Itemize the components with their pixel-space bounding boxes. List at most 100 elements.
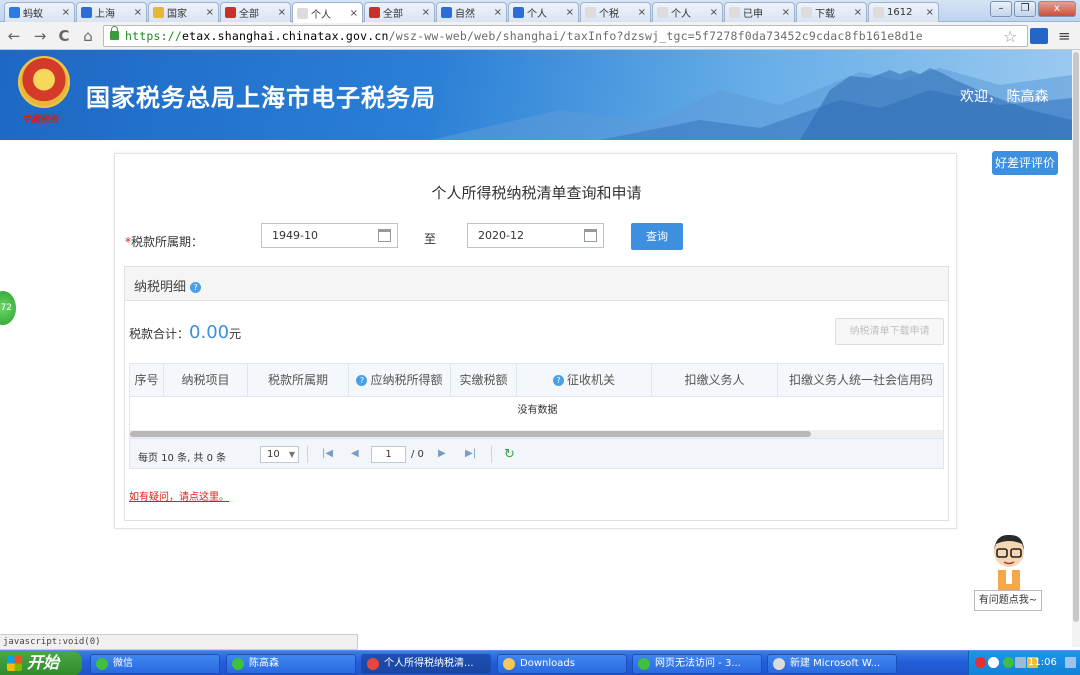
browser-tab[interactable]: 已申 ×	[724, 2, 795, 22]
tab-close-icon[interactable]: ×	[206, 7, 214, 18]
query-card: 个人所得税纳税清单查询和申请 *税款所属期： 1949-10 至 2020-12…	[114, 153, 957, 529]
calendar-icon[interactable]	[378, 229, 391, 242]
rating-button[interactable]: 好差评评价	[992, 151, 1058, 175]
taskbar-item[interactable]: 网页无法访问 - 3...	[632, 654, 762, 674]
taskbar-item[interactable]: 新建 Microsoft W...	[767, 654, 897, 674]
float-badge[interactable]: 72	[0, 291, 16, 325]
prev-page-icon[interactable]: ◀	[351, 448, 359, 459]
forward-icon[interactable]: →	[30, 26, 50, 46]
system-tray	[968, 651, 1080, 675]
browser-tab-label: 全部	[239, 9, 259, 20]
calendar-icon[interactable]	[584, 229, 597, 242]
tab-close-icon[interactable]: ×	[566, 7, 574, 18]
help-icon[interactable]: ?	[190, 282, 202, 293]
table-hscrollbar[interactable]	[130, 430, 943, 438]
column-header: 纳税项目	[164, 364, 248, 397]
browser-tab[interactable]: 个税 ×	[580, 2, 651, 22]
tab-favicon-icon	[153, 7, 164, 18]
address-bar-row: ← → C ⌂ https://etax.shanghai.chinatax.g…	[0, 22, 1080, 50]
refresh-icon[interactable]: ↻	[504, 447, 515, 462]
browser-menu-icon[interactable]: ≡	[1058, 27, 1071, 45]
browser-tab-label: 1612	[887, 7, 913, 18]
next-page-icon[interactable]: ▶	[438, 448, 446, 459]
input-method-icon[interactable]	[975, 657, 986, 668]
start-button[interactable]: 开始	[0, 651, 82, 675]
browser-tab[interactable]: 个人 ×	[508, 2, 579, 22]
browser-tab-label: 个人	[527, 9, 547, 20]
column-header: 实缴税额	[451, 364, 517, 397]
assistant-avatar[interactable]	[986, 530, 1032, 590]
help-icon[interactable]: ?	[356, 375, 368, 386]
extension-icon[interactable]	[1030, 28, 1048, 44]
taskbar-item[interactable]: 个人所得税纳税清...	[361, 654, 491, 674]
tab-close-icon[interactable]: ×	[926, 7, 934, 18]
tab-close-icon[interactable]: ×	[422, 7, 430, 18]
page-scroll-thumb[interactable]	[1073, 52, 1079, 622]
tab-favicon-icon	[369, 7, 380, 18]
tab-close-icon[interactable]: ×	[854, 7, 862, 18]
tab-close-icon[interactable]: ×	[710, 7, 718, 18]
column-header: ? 征收机关	[517, 364, 652, 397]
tab-favicon-icon	[297, 7, 308, 19]
clock: 11:06	[1028, 657, 1057, 668]
wechat-tray-icon[interactable]	[1003, 657, 1014, 668]
taskbar-item[interactable]: 微信	[90, 654, 220, 674]
taskbar-app-icon	[232, 658, 244, 670]
emblem-caption: 中国税务	[22, 115, 59, 125]
tab-close-icon[interactable]: ×	[278, 7, 286, 18]
first-page-icon[interactable]: |◀	[322, 448, 333, 459]
table-hscroll-thumb[interactable]	[130, 431, 811, 437]
minimize-button[interactable]: –	[990, 1, 1012, 17]
url-input[interactable]: https://etax.shanghai.chinatax.gov.cn/ws…	[103, 25, 1028, 47]
tax-detail-table: 序号 纳税项目 税款所属期? 应纳税所得额 实缴税额? 征收机关 扣缴义务人 扣缴义务人统一社…	[129, 363, 944, 469]
help-link[interactable]: 如有疑问，请点这里。	[129, 488, 229, 503]
back-icon[interactable]: ←	[4, 26, 24, 46]
tab-close-icon[interactable]: ×	[62, 7, 70, 18]
national-emblem-logo	[18, 56, 70, 108]
bookmark-star-icon[interactable]: ☆	[1003, 27, 1017, 46]
taskbar-item-label: 网页无法访问 - 3...	[655, 658, 741, 669]
taskbar-item-label: 新建 Microsoft W...	[790, 658, 881, 669]
browser-tab[interactable]: 上海 ×	[76, 2, 147, 22]
to-label: 至	[424, 232, 437, 246]
notification-icon[interactable]	[1065, 657, 1076, 668]
download-request-button[interactable]: 纳税清单下载申请	[835, 318, 944, 345]
url-text: https://etax.shanghai.chinatax.gov.cn/ws…	[125, 29, 923, 43]
start-period-input[interactable]: 1949-10	[261, 223, 398, 248]
browser-tab[interactable]: 个人 ×	[652, 2, 723, 22]
home-icon[interactable]: ⌂	[78, 26, 98, 46]
page-number-input[interactable]: 1	[371, 446, 406, 463]
browser-tab[interactable]: 全部 ×	[220, 2, 291, 22]
taskbar-item[interactable]: Downloads	[497, 654, 627, 674]
close-window-button[interactable]: x	[1038, 1, 1076, 17]
reload-icon[interactable]: C	[54, 26, 74, 46]
help-icon[interactable]: ?	[552, 375, 564, 386]
browser-tab[interactable]: 蚂蚁 ×	[4, 2, 75, 22]
tab-close-icon[interactable]: ×	[350, 8, 358, 19]
network-icon[interactable]	[1015, 657, 1026, 668]
last-page-icon[interactable]: ▶|	[465, 448, 476, 459]
tab-close-icon[interactable]: ×	[134, 7, 142, 18]
page-size-select[interactable]: 10 ▼	[260, 446, 299, 463]
tab-close-icon[interactable]: ×	[494, 7, 502, 18]
browser-tab[interactable]: 1612 ×	[868, 2, 939, 22]
browser-tab[interactable]: 国家 ×	[148, 2, 219, 22]
restore-button[interactable]: ❐	[1014, 1, 1036, 17]
ask-question-button[interactable]: 有问题点我~	[974, 590, 1042, 611]
browser-tab[interactable]: 全部 ×	[364, 2, 435, 22]
browser-tab[interactable]: 下载 ×	[796, 2, 867, 22]
taskbar-item-label: 个人所得税纳税清...	[384, 658, 474, 669]
tab-close-icon[interactable]: ×	[782, 7, 790, 18]
tray-icon[interactable]	[988, 657, 999, 668]
browser-tab[interactable]: 个人 ×	[292, 2, 363, 23]
end-period-input[interactable]: 2020-12	[467, 223, 604, 248]
query-button[interactable]: 查询	[631, 223, 683, 250]
tab-favicon-icon	[657, 7, 668, 18]
taskbar-item[interactable]: 陈高森	[226, 654, 356, 674]
tab-favicon-icon	[81, 7, 92, 18]
lock-icon	[110, 26, 119, 40]
page-title: 个人所得税纳税清单查询和申请	[431, 184, 642, 202]
column-header: 扣缴义务人	[652, 364, 778, 397]
browser-tab[interactable]: 自然 ×	[436, 2, 507, 22]
tab-close-icon[interactable]: ×	[638, 7, 646, 18]
